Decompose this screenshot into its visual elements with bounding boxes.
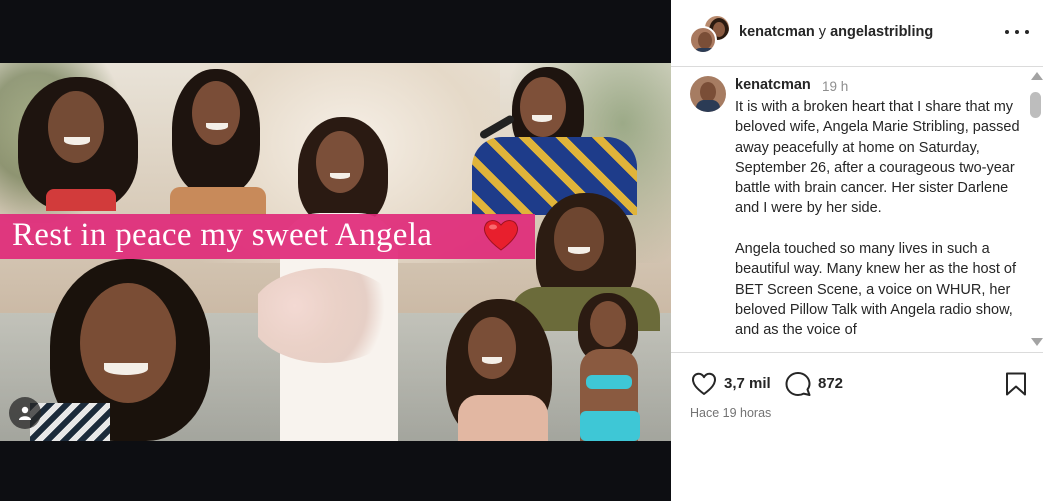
- caption-username[interactable]: kenatcman: [735, 77, 811, 93]
- more-dot-icon: [1005, 30, 1009, 34]
- more-dot-icon: [1015, 30, 1019, 34]
- post-actions: 3,7 mil 872 Hace 19 horas: [671, 352, 1043, 501]
- collage-photo-7: [440, 295, 560, 441]
- save-bookmark-icon[interactable]: [1005, 372, 1027, 396]
- post-sidebar: kenatcman y angelastribling kenatcman 19…: [671, 0, 1043, 501]
- post-authors: kenatcman y angelastribling: [739, 24, 933, 40]
- collage-photo-8: [566, 291, 652, 441]
- comment-bubble-icon[interactable]: [785, 371, 811, 397]
- author-angelastribling-link[interactable]: angelastribling: [830, 24, 933, 40]
- memorial-banner-text: Rest in peace my sweet Angela: [12, 217, 433, 253]
- scroll-down-arrow-icon[interactable]: [1031, 338, 1043, 346]
- authors-joiner: y: [818, 24, 827, 40]
- heart-emoji-icon: [483, 220, 519, 251]
- scrollbar-thumb[interactable]: [1030, 92, 1041, 118]
- comments-count[interactable]: 872: [818, 375, 843, 392]
- caption-time: 19 h: [822, 79, 849, 94]
- caption-paragraph-2: Angela touched so many lives in such a b…: [735, 241, 1017, 339]
- caption-avatar[interactable]: [690, 76, 726, 112]
- more-options-button[interactable]: [1005, 22, 1029, 42]
- caption-text: It is with a broken heart that I share t…: [735, 97, 1025, 352]
- collage-photo-6: [30, 253, 260, 441]
- caption-scrollbar[interactable]: [1028, 68, 1043, 352]
- caption-paragraph-1: It is with a broken heart that I share t…: [735, 99, 1020, 217]
- more-dot-icon: [1025, 30, 1029, 34]
- avatar-kenatcman[interactable]: [689, 26, 717, 54]
- caption-area[interactable]: kenatcman 19 h It is with a broken heart…: [671, 68, 1043, 352]
- tagged-users-button[interactable]: [9, 397, 41, 429]
- likes-count[interactable]: 3,7 mil: [724, 375, 771, 392]
- post-media-pane: Rest in peace my sweet Angela: [0, 0, 671, 501]
- like-heart-icon[interactable]: [691, 372, 717, 396]
- collage-photo-1: [8, 71, 148, 211]
- post-timestamp[interactable]: Hace 19 horas: [690, 406, 771, 420]
- user-icon: [19, 406, 31, 420]
- collage-photo-bride: [258, 113, 418, 441]
- collab-avatars[interactable]: [689, 14, 731, 54]
- author-kenatcman-link[interactable]: kenatcman: [739, 24, 815, 40]
- scroll-up-arrow-icon[interactable]: [1031, 72, 1043, 80]
- post-header: kenatcman y angelastribling: [671, 0, 1043, 67]
- collage-photo-2: [160, 67, 270, 215]
